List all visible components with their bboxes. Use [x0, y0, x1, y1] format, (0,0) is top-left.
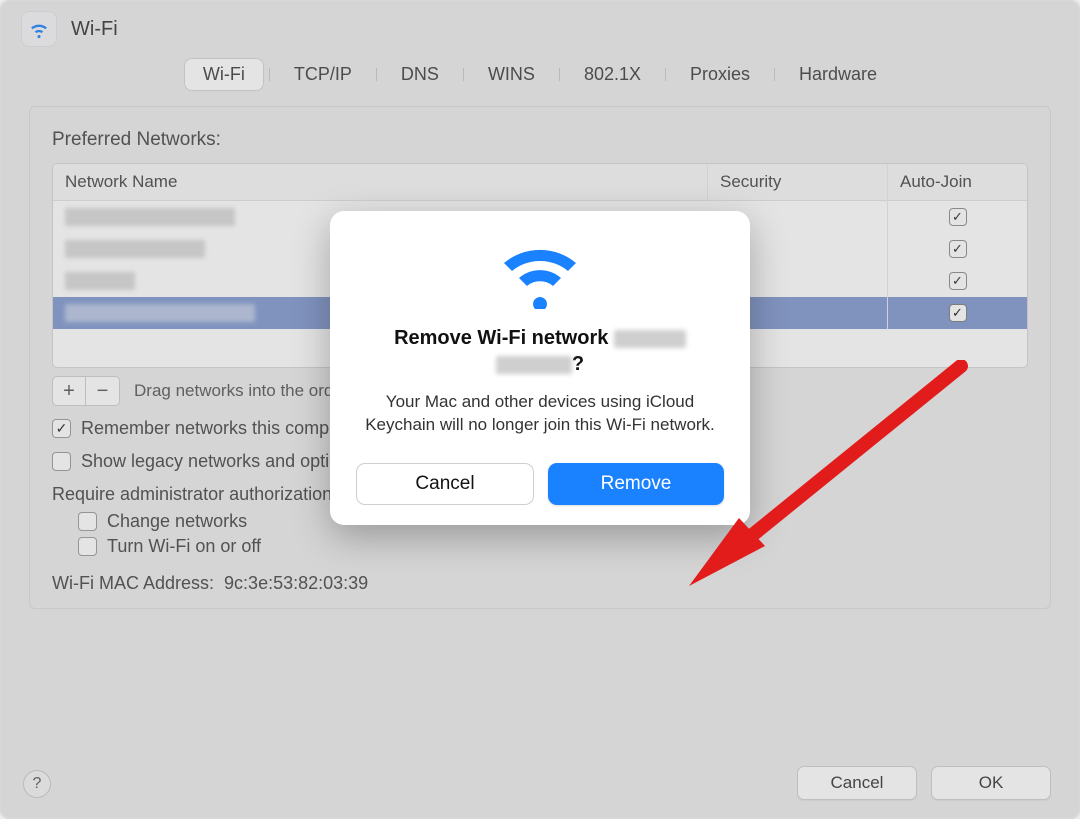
dialog-remove-button[interactable]: Remove: [548, 463, 724, 505]
dialog-body: Your Mac and other devices using iCloud …: [356, 391, 724, 437]
wifi-icon: [494, 237, 586, 309]
remove-network-dialog: Remove Wi-Fi network ? Your Mac and othe…: [330, 211, 750, 525]
dialog-title: Remove Wi-Fi network ?: [356, 325, 724, 377]
dialog-cancel-button[interactable]: Cancel: [356, 463, 534, 505]
